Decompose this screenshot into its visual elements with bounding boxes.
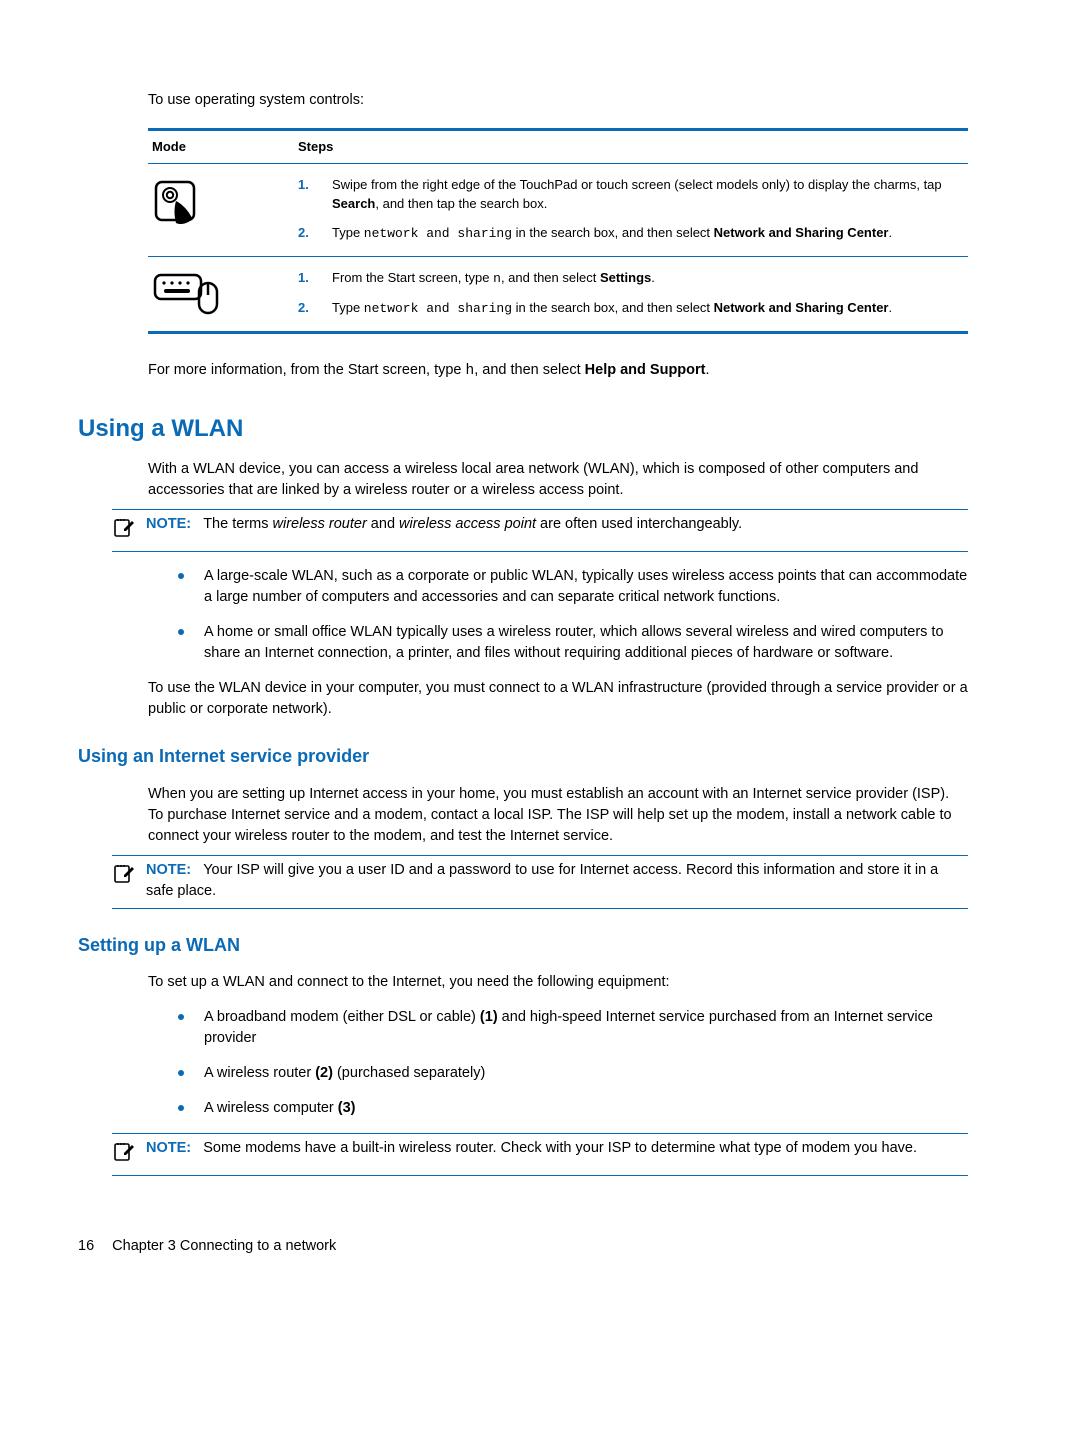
table-row: 1. From the Start screen, type n, and th… [148, 257, 968, 331]
heading-setup-wlan: Setting up a WLAN [78, 933, 968, 958]
list-item: A home or small office WLAN typically us… [178, 622, 968, 664]
table-row: 1. Swipe from the right edge of the Touc… [148, 164, 968, 257]
keyboard-mouse-icon [152, 269, 222, 317]
setup-intro: To set up a WLAN and connect to the Inte… [148, 972, 968, 993]
intro-text: To use operating system controls: [148, 90, 968, 110]
steps-cell: 1. Swipe from the right edge of the Touc… [298, 164, 968, 256]
step-number: 2. [298, 224, 332, 244]
table-header: Mode Steps [148, 131, 968, 164]
mode-cell [148, 257, 298, 331]
wlan-bullet-list: A large-scale WLAN, such as a corporate … [178, 566, 968, 664]
note-icon [112, 514, 146, 545]
step-text: Type network and sharing in the search b… [332, 299, 968, 319]
note-block: NOTE: Your ISP will give you a user ID a… [112, 855, 968, 909]
list-item: A wireless computer (3) [178, 1098, 968, 1119]
step-number: 2. [298, 299, 332, 319]
mode-cell [148, 164, 298, 256]
isp-para: When you are setting up Internet access … [148, 784, 968, 847]
more-info-text: For more information, from the Start scr… [148, 360, 968, 382]
controls-table: Mode Steps 1. Swipe from the right edge … [148, 128, 968, 333]
wlan-para2: To use the WLAN device in your computer,… [148, 678, 968, 720]
step-number: 1. [298, 269, 332, 289]
setup-bullet-list: A broadband modem (either DSL or cable) … [178, 1007, 968, 1119]
step: 2. Type network and sharing in the searc… [298, 299, 968, 319]
header-mode: Mode [148, 138, 298, 156]
list-item: A wireless router (2) (purchased separat… [178, 1063, 968, 1084]
note-icon [112, 1138, 146, 1169]
step: 1. From the Start screen, type n, and th… [298, 269, 968, 289]
note-text: NOTE: Your ISP will give you a user ID a… [146, 860, 968, 902]
wlan-intro: With a WLAN device, you can access a wir… [148, 459, 968, 501]
step: 1. Swipe from the right edge of the Touc… [298, 176, 968, 214]
note-block: NOTE: The terms wireless router and wire… [112, 509, 968, 552]
note-text: NOTE: Some modems have a built-in wirele… [146, 1138, 968, 1169]
chapter-title: Chapter 3 Connecting to a network [112, 1238, 336, 1254]
heading-using-wlan: Using a WLAN [78, 412, 968, 446]
list-item: A large-scale WLAN, such as a corporate … [178, 566, 968, 608]
step-text: Type network and sharing in the search b… [332, 224, 968, 244]
note-block: NOTE: Some modems have a built-in wirele… [112, 1133, 968, 1176]
step-number: 1. [298, 176, 332, 214]
header-steps: Steps [298, 138, 968, 156]
page-number: 16 [78, 1236, 94, 1256]
steps-cell: 1. From the Start screen, type n, and th… [298, 257, 968, 331]
step-text: From the Start screen, type n, and then … [332, 269, 968, 289]
note-text: NOTE: The terms wireless router and wire… [146, 514, 968, 545]
note-icon [112, 860, 146, 902]
touch-icon [152, 176, 206, 230]
step-text: Swipe from the right edge of the TouchPa… [332, 176, 968, 214]
heading-isp: Using an Internet service provider [78, 744, 968, 769]
list-item: A broadband modem (either DSL or cable) … [178, 1007, 968, 1049]
step: 2. Type network and sharing in the searc… [298, 224, 968, 244]
page-footer: 16 Chapter 3 Connecting to a network [78, 1236, 968, 1256]
